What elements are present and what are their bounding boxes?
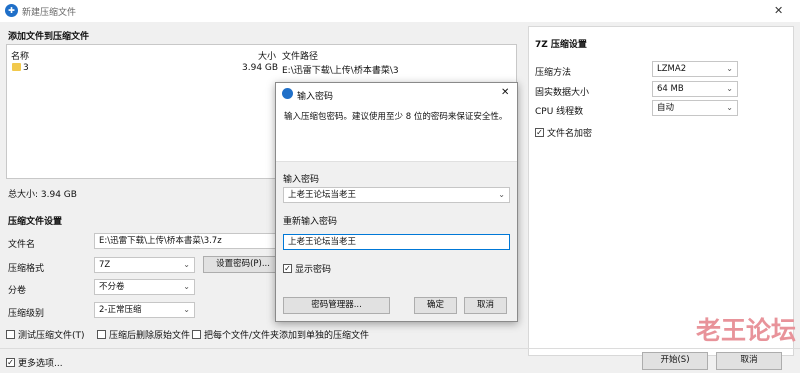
dialog-body: 输入密码 上老王论坛当老王 ⌄ 重新输入密码 上老王论坛当老王 ✓ 显示密码 密码… <box>276 161 517 321</box>
encrypt-names-label: 文件名加密 <box>547 129 593 139</box>
format-label: 压缩格式 <box>8 264 45 274</box>
test-archive-checkbox[interactable] <box>6 330 15 339</box>
filename-input[interactable]: E:\迅雷下载\上传\桥本書菜\3.7z <box>94 233 284 249</box>
main-cancel-button[interactable]: 取消 <box>716 352 782 370</box>
window-close-button[interactable]: ✕ <box>774 4 783 17</box>
chevron-down-icon: ⌄ <box>726 84 733 93</box>
chevron-down-icon: ⌄ <box>183 282 190 291</box>
password-label: 输入密码 <box>283 175 320 185</box>
app-icon: ✚ <box>5 4 18 17</box>
watermark-text: 老王论坛 <box>696 316 797 345</box>
chevron-down-icon: ⌄ <box>726 103 733 112</box>
settings-section-heading: 压缩文件设置 <box>8 217 63 227</box>
delete-source-label: 压缩后删除原始文件 <box>109 331 191 341</box>
row-path: E:\迅雷下载\上传\桥本書菜\3 <box>282 66 399 76</box>
method-select[interactable]: LZMA2 ⌄ <box>652 61 738 77</box>
dialog-instruction: 输入压缩包密码。建议使用至少 8 位的密码来保证安全性。 <box>284 112 508 122</box>
table-row[interactable]: 3 3.94 GB E:\迅雷下载\上传\桥本書菜\3 <box>7 61 516 76</box>
dialog-app-icon <box>282 88 293 99</box>
separate-archives-label: 把每个文件/文件夹添加到单独的压缩文件 <box>204 331 370 341</box>
seven-zip-heading: 7Z 压缩设置 <box>535 40 587 50</box>
delete-source-checkbox[interactable] <box>97 330 106 339</box>
total-size: 总大小: 3.94 GB <box>8 190 77 200</box>
password-value: 上老王论坛当老王 <box>288 190 357 200</box>
password-input[interactable]: 上老王论坛当老王 ⌄ <box>283 187 510 203</box>
format-value: 7Z <box>99 260 111 270</box>
chevron-down-icon: ⌄ <box>498 190 505 199</box>
set-password-button[interactable]: 设置密码(P)... <box>203 256 283 273</box>
encrypt-names-checkbox[interactable]: ✓ <box>535 128 544 137</box>
test-archive-option[interactable]: 测试压缩文件(T) <box>6 328 85 341</box>
row-name: 3 <box>23 63 29 73</box>
threads-value: 自动 <box>657 103 675 113</box>
delete-source-option[interactable]: 压缩后删除原始文件 <box>97 328 190 341</box>
files-section-heading: 添加文件到压缩文件 <box>8 32 90 42</box>
show-password-checkbox[interactable]: ✓ <box>283 264 292 273</box>
confirm-password-label: 重新输入密码 <box>283 217 338 227</box>
row-size: 3.94 GB <box>242 63 279 73</box>
chevron-down-icon: ⌄ <box>183 260 190 269</box>
method-value: LZMA2 <box>657 64 687 74</box>
confirm-password-input[interactable]: 上老王论坛当老王 <box>283 234 510 250</box>
password-manager-button[interactable]: 密码管理器... <box>283 297 390 314</box>
show-password-label: 显示密码 <box>295 265 332 275</box>
window-titlebar: ✚ 新建压缩文件 ✕ <box>0 0 800 22</box>
dialog-ok-button[interactable]: 确定 <box>414 297 457 314</box>
footer-divider <box>0 348 800 349</box>
separate-archives-checkbox[interactable] <box>192 330 201 339</box>
separate-archives-option[interactable]: 把每个文件/文件夹添加到单独的压缩文件 <box>192 328 369 341</box>
dict-size-select[interactable]: 64 MB ⌄ <box>652 81 738 97</box>
folder-icon <box>12 63 21 71</box>
level-value: 2-正常压缩 <box>99 305 142 315</box>
chevron-down-icon: ⌄ <box>726 64 733 73</box>
threads-label: CPU 线程数 <box>535 107 584 117</box>
encrypt-names-option[interactable]: ✓ 文件名加密 <box>535 126 592 139</box>
dialog-title: 输入密码 <box>297 92 334 102</box>
format-select[interactable]: 7Z ⌄ <box>94 257 195 273</box>
dialog-cancel-button[interactable]: 取消 <box>464 297 507 314</box>
filename-label: 文件名 <box>8 240 36 250</box>
dialog-close-button[interactable]: ✕ <box>501 87 509 98</box>
test-archive-label: 测试压缩文件(T) <box>18 331 85 341</box>
method-label: 压缩方法 <box>535 68 572 78</box>
more-options-checkbox[interactable]: ✓ <box>6 358 15 367</box>
chevron-down-icon: ⌄ <box>183 305 190 314</box>
volume-label: 分卷 <box>8 286 27 296</box>
password-dialog: 输入密码 ✕ 输入压缩包密码。建议使用至少 8 位的密码来保证安全性。 输入密码… <box>275 82 518 322</box>
volume-value: 不分卷 <box>99 282 125 292</box>
level-label: 压缩级别 <box>8 309 45 319</box>
show-password-option[interactable]: ✓ 显示密码 <box>283 262 331 275</box>
start-button[interactable]: 开始(S) <box>642 352 708 370</box>
dict-size-label: 固实数据大小 <box>535 88 590 98</box>
dict-size-value: 64 MB <box>657 84 684 94</box>
seven-zip-settings-panel: 7Z 压缩设置 压缩方法 LZMA2 ⌄ 固实数据大小 64 MB ⌄ CPU 线程… <box>528 26 794 356</box>
more-options-label: 更多选项... <box>18 359 63 369</box>
more-options-toggle[interactable]: ✓ 更多选项... <box>6 356 63 369</box>
window-title: 新建压缩文件 <box>22 8 77 18</box>
level-select[interactable]: 2-正常压缩 ⌄ <box>94 302 195 318</box>
threads-select[interactable]: 自动 ⌄ <box>652 100 738 116</box>
volume-select[interactable]: 不分卷 ⌄ <box>94 279 195 295</box>
